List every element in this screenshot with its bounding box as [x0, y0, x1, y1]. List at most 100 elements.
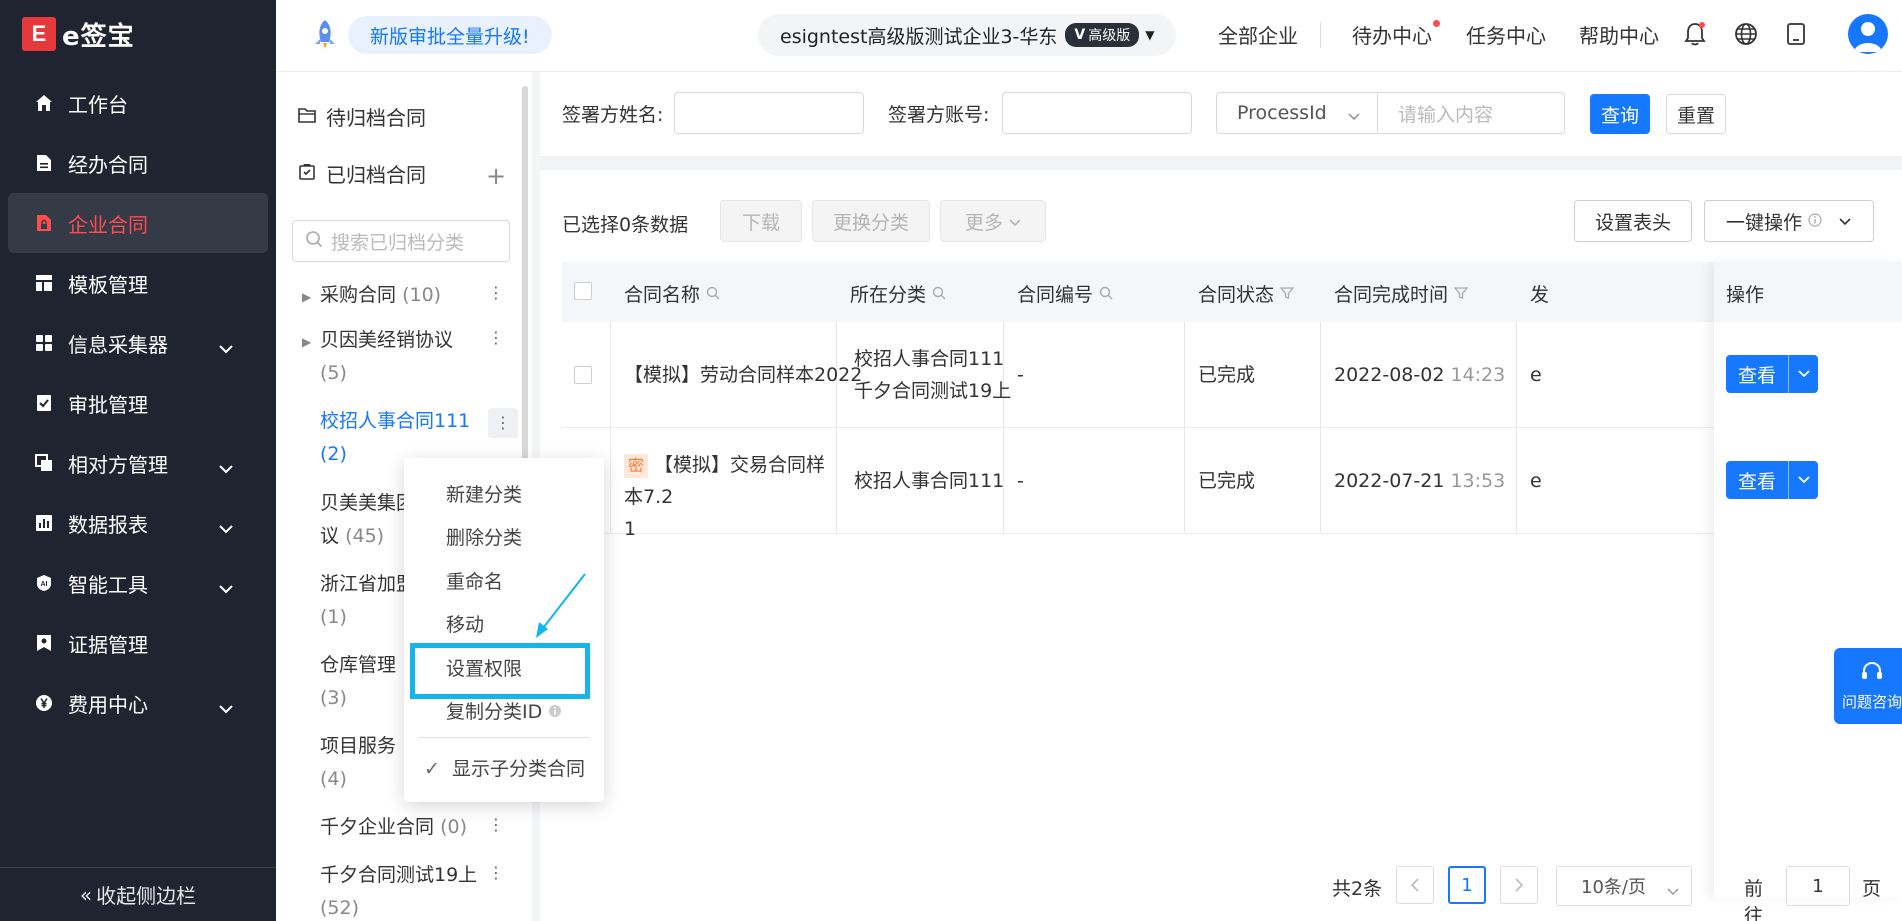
collapse-sidebar-button[interactable]: « 收起侧边栏: [0, 867, 276, 921]
sidebar-item-templates[interactable]: 模板管理: [0, 253, 276, 313]
query-button[interactable]: 查询: [1590, 94, 1650, 134]
more-vertical-icon[interactable]: ⋮: [488, 408, 518, 438]
menu-item-move[interactable]: 移动: [446, 610, 484, 637]
nav-todo-center[interactable]: 待办中心: [1352, 20, 1440, 49]
view-contract-button[interactable]: 查看: [1726, 461, 1818, 499]
table-row[interactable]: 【模拟】劳动合同样本2022 校招人事合同111 千夕合同测试19上 - 已完成…: [562, 322, 1898, 428]
column-header-status[interactable]: 合同状态: [1198, 280, 1295, 307]
archived-contracts-label: 已归档合同: [326, 162, 426, 187]
filter-icon[interactable]: [1279, 283, 1295, 305]
column-header-name[interactable]: 合同名称: [624, 280, 720, 307]
home-icon: [34, 93, 54, 113]
prev-page-button[interactable]: [1396, 866, 1434, 904]
goto-page-input[interactable]: 1: [1786, 866, 1850, 906]
table-row[interactable]: 密【模拟】交易合同样本7.2 1 校招人事合同111 - 已完成 2022-07…: [562, 428, 1898, 540]
section-divider: [540, 156, 1902, 170]
add-category-icon[interactable]: +: [486, 162, 506, 190]
completion-time: 2022-08-02 14:23: [1334, 359, 1505, 391]
category-name: 校招人事合同111: [320, 410, 471, 432]
nav-all-enterprises[interactable]: 全部企业: [1218, 20, 1298, 49]
sidebar-item-billing[interactable]: 费用中心: [0, 673, 276, 733]
sidebar-menu: 工作台 经办合同 企业合同 模板管理 信息采集器 审批管理 相对方管理 数据报表…: [0, 73, 276, 733]
sidebar-item-enterprise-contracts[interactable]: 企业合同: [8, 193, 268, 253]
brand-logo[interactable]: E e签宝: [22, 16, 135, 52]
highlight-box: [410, 643, 590, 699]
sidebar-item-counterparty[interactable]: 相对方管理: [0, 433, 276, 493]
page-number-current[interactable]: 1: [1448, 866, 1486, 904]
nav-help-center[interactable]: 帮助中心: [1579, 20, 1659, 49]
menu-item-copy-id[interactable]: 复制分类ID: [446, 697, 562, 724]
filter-icon[interactable]: [1453, 283, 1469, 305]
sidebar-item-evidence[interactable]: 证据管理: [0, 613, 276, 673]
reset-button[interactable]: 重置: [1666, 94, 1726, 134]
sidebar-item-label: 相对方管理: [68, 452, 168, 477]
category-node[interactable]: ▶ 采购合同 (10): [302, 279, 502, 312]
pending-archive-item[interactable]: 待归档合同: [298, 101, 426, 131]
more-vertical-icon[interactable]: ⋮: [488, 863, 504, 882]
set-table-header-button[interactable]: 设置表头: [1574, 200, 1692, 242]
category-name: 采购合同: [320, 284, 397, 306]
view-contract-button[interactable]: 查看: [1726, 355, 1818, 393]
category-name: 千夕企业合同: [320, 816, 435, 838]
search-icon[interactable]: [706, 283, 720, 305]
chevron-down-icon: [1009, 210, 1021, 232]
sidebar-item-ai-tools[interactable]: AI 智能工具: [0, 553, 276, 613]
column-header-initiator[interactable]: 发: [1530, 280, 1549, 307]
completion-time: 2022-07-21 13:53: [1334, 465, 1505, 497]
more-vertical-icon[interactable]: ⋮: [488, 328, 504, 347]
more-vertical-icon[interactable]: ⋮: [488, 815, 504, 834]
column-time-label: 合同完成时间: [1334, 284, 1449, 306]
signer-account-input[interactable]: [1002, 92, 1192, 134]
folder-icon: [298, 104, 316, 128]
tablet-icon[interactable]: [1786, 22, 1806, 50]
sidebar-item-collector[interactable]: 信息采集器: [0, 313, 276, 373]
bulk-actions-button[interactable]: 一键操作: [1704, 200, 1874, 242]
sidebar-item-approval[interactable]: 审批管理: [0, 373, 276, 433]
menu-item-delete-category[interactable]: 删除分类: [446, 523, 522, 550]
column-header-number[interactable]: 合同编号: [1017, 280, 1113, 307]
change-category-button[interactable]: 更换分类: [812, 200, 930, 242]
category-node[interactable]: 千夕合同测试19上 (52): [302, 859, 502, 921]
contract-name[interactable]: 【模拟】劳动合同样本2022: [624, 359, 862, 391]
info-icon: [548, 701, 562, 723]
download-button[interactable]: 下载: [720, 200, 802, 242]
menu-item-rename[interactable]: 重命名: [446, 567, 503, 594]
goto-label: 前往: [1744, 878, 1764, 921]
page-size-select[interactable]: 10条/页: [1556, 866, 1692, 906]
upgrade-announcement[interactable]: 新版审批全量升级!: [348, 16, 552, 54]
row-checkbox[interactable]: [574, 366, 592, 384]
category-count: (52): [320, 897, 360, 919]
sidebar-item-workbench[interactable]: 工作台: [0, 73, 276, 133]
sidebar-item-reports[interactable]: 数据报表: [0, 493, 276, 553]
column-header-category[interactable]: 所在分类: [850, 280, 946, 307]
menu-item-show-sub-contracts[interactable]: ✓ 显示子分类合同: [424, 754, 585, 781]
more-actions-button[interactable]: 更多: [940, 200, 1046, 242]
archived-contracts-item[interactable]: 已归档合同: [298, 158, 426, 188]
user-avatar-icon[interactable]: [1848, 14, 1888, 54]
globe-icon[interactable]: [1734, 22, 1758, 50]
search-value-input[interactable]: 请输入内容: [1377, 92, 1565, 134]
next-page-button[interactable]: [1500, 866, 1538, 904]
select-all-checkbox[interactable]: [574, 282, 592, 300]
contract-name[interactable]: 密【模拟】交易合同样本7.2 1: [624, 449, 830, 545]
chevron-down-icon[interactable]: [1789, 370, 1818, 378]
search-icon[interactable]: [932, 283, 946, 305]
signer-name-input[interactable]: [674, 92, 864, 134]
nav-task-center[interactable]: 任务中心: [1466, 20, 1546, 49]
category-node[interactable]: ▶ 贝因美经销协议 (5): [302, 324, 502, 390]
company-switcher[interactable]: esigntest高级版测试企业3-华东 V 高级版 ▼: [758, 14, 1177, 56]
bell-icon[interactable]: [1684, 22, 1706, 50]
search-field-select[interactable]: ProcessId: [1216, 92, 1378, 134]
category-node[interactable]: 千夕企业合同 (0): [302, 811, 502, 844]
more-vertical-icon[interactable]: ⋮: [488, 283, 504, 302]
chevron-down-icon[interactable]: [1789, 476, 1818, 484]
collapse-sidebar-label: 收起侧边栏: [96, 884, 197, 908]
search-icon[interactable]: [1099, 283, 1113, 305]
category-search-input[interactable]: 搜索已归档分类: [292, 220, 510, 262]
chart-icon: [34, 513, 54, 533]
menu-item-new-category[interactable]: 新建分类: [446, 480, 522, 507]
column-header-completion-time[interactable]: 合同完成时间: [1334, 280, 1469, 307]
sidebar-item-my-contracts[interactable]: 经办合同: [0, 133, 276, 193]
help-consult-button[interactable]: 问题咨询: [1834, 648, 1902, 724]
contract-status: 已完成: [1198, 364, 1256, 386]
